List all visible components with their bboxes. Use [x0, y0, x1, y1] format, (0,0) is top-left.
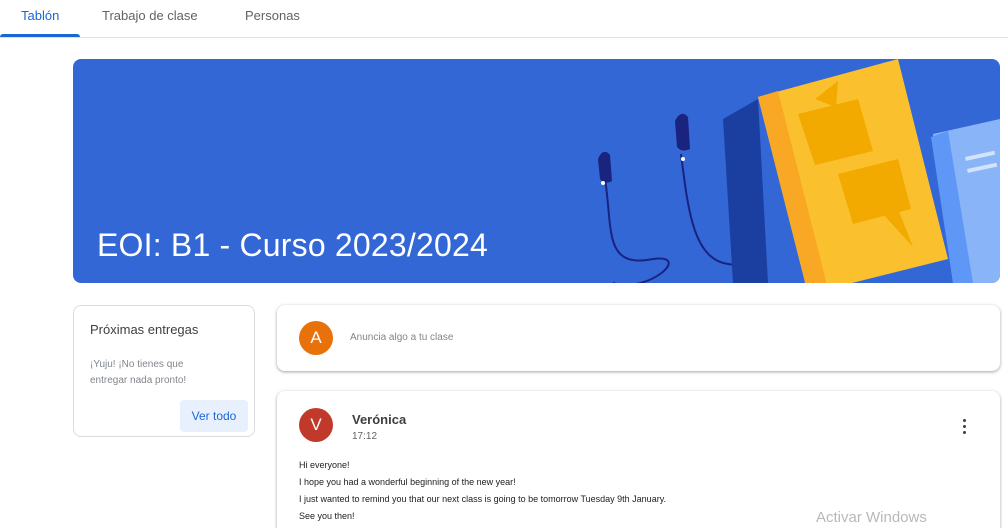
tab-stream[interactable]: Tablón: [21, 0, 59, 38]
announce-box[interactable]: A Anuncia algo a tu clase: [277, 305, 1000, 371]
post-author: Verónica: [352, 412, 407, 427]
class-tabs: Tablón Trabajo de clase Personas: [0, 0, 1008, 38]
avatar: A: [299, 321, 333, 355]
class-banner: EOI: B1 - Curso 2023/2024: [73, 59, 1000, 283]
view-all-button[interactable]: Ver todo: [180, 400, 248, 432]
post-line: I just wanted to remind you that our nex…: [299, 494, 667, 504]
active-tab-indicator: [0, 34, 80, 37]
tab-classwork[interactable]: Trabajo de clase: [102, 0, 198, 38]
tab-people[interactable]: Personas: [245, 0, 300, 38]
post-line: See you then!: [299, 511, 355, 521]
announce-placeholder: Anuncia algo a tu clase: [350, 332, 454, 343]
yellow-notebook-icon: [758, 59, 948, 283]
more-vert-icon[interactable]: [953, 415, 977, 439]
post-line: Hi everyone!: [299, 460, 350, 470]
upcoming-work-card: Próximas entregas ¡Yuju! ¡No tienes que …: [73, 305, 255, 437]
upcoming-work-message: ¡Yuju! ¡No tienes que entregar nada pron…: [90, 359, 187, 386]
post-time: 17:12: [352, 431, 378, 442]
upcoming-work-title: Próximas entregas: [90, 322, 199, 337]
announcement-post: V Verónica 17:12 Hi everyone! I hope you…: [277, 391, 1000, 528]
class-title: EOI: B1 - Curso 2023/2024: [97, 227, 488, 263]
author-avatar: V: [299, 408, 333, 442]
activation-watermark: Activar Windows: [816, 509, 927, 526]
post-body: Hi everyone! I hope you had a wonderful …: [299, 457, 666, 525]
post-line: I hope you had a wonderful beginning of …: [299, 477, 516, 487]
banner-illustration: [598, 59, 1000, 283]
